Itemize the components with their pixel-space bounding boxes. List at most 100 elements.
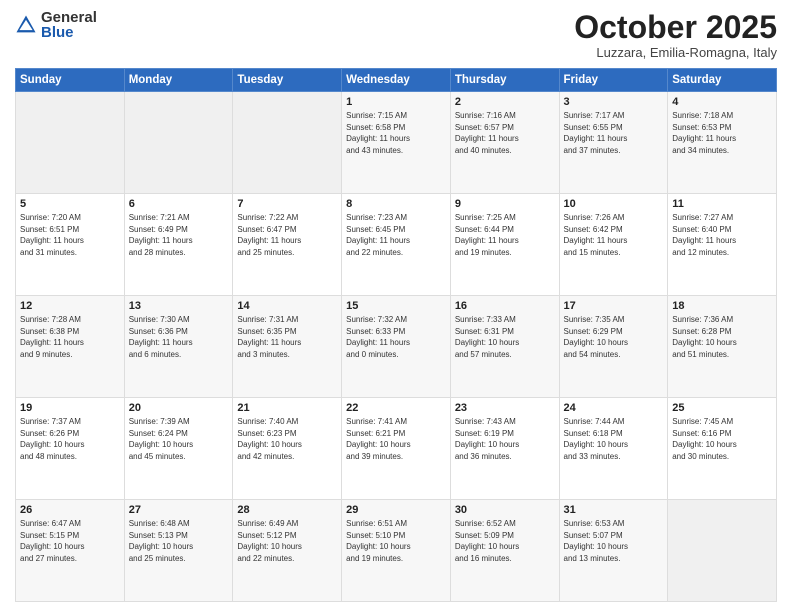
header: General Blue October 2025 Luzzara, Emili… (15, 10, 777, 60)
day-number: 30 (455, 504, 555, 516)
day-number: 25 (672, 402, 772, 414)
day-info: Sunrise: 7:40 AM Sunset: 6:23 PM Dayligh… (237, 416, 337, 462)
table-row: 1Sunrise: 7:15 AM Sunset: 6:58 PM Daylig… (342, 92, 451, 194)
table-row (233, 92, 342, 194)
table-row: 23Sunrise: 7:43 AM Sunset: 6:19 PM Dayli… (450, 398, 559, 500)
table-row: 3 Sunrise: 7:17 AM Sunset: 6:55 PM Daylig… (559, 92, 668, 194)
day-number: 26 (20, 504, 120, 516)
table-row: 20Sunrise: 7:39 AM Sunset: 6:24 PM Dayli… (124, 398, 233, 500)
table-row: 4 Sunrise: 7:18 AM Sunset: 6:53 PM Daylig… (668, 92, 777, 194)
day-info: Sunrise: 7:35 AM Sunset: 6:29 PM Dayligh… (564, 314, 664, 360)
day-info: Sunrise: 7:18 AM Sunset: 6:53 PM Dayligh… (672, 110, 772, 156)
day-number: 4 (672, 96, 772, 108)
day-number: 29 (346, 504, 446, 516)
day-info: Sunrise: 7:39 AM Sunset: 6:24 PM Dayligh… (129, 416, 229, 462)
day-number: 19 (20, 402, 120, 414)
day-info: Sunrise: 7:31 AM Sunset: 6:35 PM Dayligh… (237, 314, 337, 360)
logo-general: General (41, 10, 97, 25)
table-row: 31Sunrise: 6:53 AM Sunset: 5:07 PM Dayli… (559, 500, 668, 602)
day-number: 3 (564, 96, 664, 108)
day-info: Sunrise: 7:26 AM Sunset: 6:42 PM Dayligh… (564, 212, 664, 258)
table-row: 6 Sunrise: 7:21 AM Sunset: 6:49 PM Daylig… (124, 194, 233, 296)
day-info: Sunrise: 7:25 AM Sunset: 6:44 PM Dayligh… (455, 212, 555, 258)
day-info: Sunrise: 7:28 AM Sunset: 6:38 PM Dayligh… (20, 314, 120, 360)
day-number: 2 (455, 96, 555, 108)
day-number: 10 (564, 198, 664, 210)
day-number: 15 (346, 300, 446, 312)
day-info: Sunrise: 6:47 AM Sunset: 5:15 PM Dayligh… (20, 518, 120, 564)
day-number: 18 (672, 300, 772, 312)
table-row: 8 Sunrise: 7:23 AM Sunset: 6:45 PM Daylig… (342, 194, 451, 296)
day-number: 7 (237, 198, 337, 210)
calendar-week-3: 12 Sunrise: 7:28 AM Sunset: 6:38 PM Dayli… (16, 296, 777, 398)
table-row (668, 500, 777, 602)
day-number: 13 (129, 300, 229, 312)
day-number: 11 (672, 198, 772, 210)
day-number: 8 (346, 198, 446, 210)
subtitle: Luzzara, Emilia-Romagna, Italy (574, 45, 777, 60)
day-number: 5 (20, 198, 120, 210)
logo-icon (15, 14, 37, 36)
table-row: 29Sunrise: 6:51 AM Sunset: 5:10 PM Dayli… (342, 500, 451, 602)
day-number: 27 (129, 504, 229, 516)
day-info: Sunrise: 7:30 AM Sunset: 6:36 PM Dayligh… (129, 314, 229, 360)
header-sunday: Sunday (16, 69, 125, 92)
day-info: Sunrise: 7:45 AM Sunset: 6:16 PM Dayligh… (672, 416, 772, 462)
day-info: Sunrise: 7:41 AM Sunset: 6:21 PM Dayligh… (346, 416, 446, 462)
table-row: 18 Sunrise: 7:36 AM Sunset: 6:28 PM Dayli… (668, 296, 777, 398)
day-number: 21 (237, 402, 337, 414)
day-info: Sunrise: 7:37 AM Sunset: 6:26 PM Dayligh… (20, 416, 120, 462)
day-number: 1 (346, 96, 446, 108)
day-info: Sunrise: 7:17 AM Sunset: 6:55 PM Dayligh… (564, 110, 664, 156)
day-number: 28 (237, 504, 337, 516)
day-info: Sunrise: 7:21 AM Sunset: 6:49 PM Dayligh… (129, 212, 229, 258)
table-row: 19 Sunrise: 7:37 AM Sunset: 6:26 PM Dayli… (16, 398, 125, 500)
table-row: 17 Sunrise: 7:35 AM Sunset: 6:29 PM Dayli… (559, 296, 668, 398)
table-row: 10 Sunrise: 7:26 AM Sunset: 6:42 PM Dayli… (559, 194, 668, 296)
day-info: Sunrise: 7:23 AM Sunset: 6:45 PM Dayligh… (346, 212, 446, 258)
table-row: 21 Sunrise: 7:40 AM Sunset: 6:23 PM Dayli… (233, 398, 342, 500)
day-number: 6 (129, 198, 229, 210)
header-tuesday: Tuesday (233, 69, 342, 92)
day-info: Sunrise: 7:33 AM Sunset: 6:31 PM Dayligh… (455, 314, 555, 360)
table-row (124, 92, 233, 194)
day-info: Sunrise: 7:32 AM Sunset: 6:33 PM Dayligh… (346, 314, 446, 360)
page: General Blue October 2025 Luzzara, Emili… (0, 0, 792, 612)
day-info: Sunrise: 6:49 AM Sunset: 5:12 PM Dayligh… (237, 518, 337, 564)
day-number: 12 (20, 300, 120, 312)
header-friday: Friday (559, 69, 668, 92)
day-number: 17 (564, 300, 664, 312)
table-row: 12 Sunrise: 7:28 AM Sunset: 6:38 PM Dayli… (16, 296, 125, 398)
day-info: Sunrise: 7:22 AM Sunset: 6:47 PM Dayligh… (237, 212, 337, 258)
table-row (16, 92, 125, 194)
logo-text: General Blue (41, 10, 97, 40)
table-row: 7 Sunrise: 7:22 AM Sunset: 6:47 PM Daylig… (233, 194, 342, 296)
table-row: 5Sunrise: 7:20 AM Sunset: 6:51 PM Daylig… (16, 194, 125, 296)
day-info: Sunrise: 6:53 AM Sunset: 5:07 PM Dayligh… (564, 518, 664, 564)
calendar-header-row: Sunday Monday Tuesday Wednesday Thursday… (16, 69, 777, 92)
logo: General Blue (15, 10, 97, 40)
day-number: 14 (237, 300, 337, 312)
table-row: 9Sunrise: 7:25 AM Sunset: 6:44 PM Daylig… (450, 194, 559, 296)
calendar-week-4: 19 Sunrise: 7:37 AM Sunset: 6:26 PM Dayli… (16, 398, 777, 500)
header-thursday: Thursday (450, 69, 559, 92)
day-info: Sunrise: 6:48 AM Sunset: 5:13 PM Dayligh… (129, 518, 229, 564)
logo-blue: Blue (41, 25, 97, 40)
table-row: 2 Sunrise: 7:16 AM Sunset: 6:57 PM Daylig… (450, 92, 559, 194)
day-info: Sunrise: 7:27 AM Sunset: 6:40 PM Dayligh… (672, 212, 772, 258)
day-info: Sunrise: 7:36 AM Sunset: 6:28 PM Dayligh… (672, 314, 772, 360)
table-row: 24Sunrise: 7:44 AM Sunset: 6:18 PM Dayli… (559, 398, 668, 500)
table-row: 26 Sunrise: 6:47 AM Sunset: 5:15 PM Dayli… (16, 500, 125, 602)
calendar-table: Sunday Monday Tuesday Wednesday Thursday… (15, 68, 777, 602)
table-row: 16 Sunrise: 7:33 AM Sunset: 6:31 PM Dayli… (450, 296, 559, 398)
title-block: October 2025 Luzzara, Emilia-Romagna, It… (574, 10, 777, 60)
day-info: Sunrise: 7:43 AM Sunset: 6:19 PM Dayligh… (455, 416, 555, 462)
table-row: 28 Sunrise: 6:49 AM Sunset: 5:12 PM Dayli… (233, 500, 342, 602)
day-number: 16 (455, 300, 555, 312)
day-info: Sunrise: 7:16 AM Sunset: 6:57 PM Dayligh… (455, 110, 555, 156)
calendar-week-5: 26 Sunrise: 6:47 AM Sunset: 5:15 PM Dayli… (16, 500, 777, 602)
day-info: Sunrise: 6:52 AM Sunset: 5:09 PM Dayligh… (455, 518, 555, 564)
day-number: 22 (346, 402, 446, 414)
table-row: 13 Sunrise: 7:30 AM Sunset: 6:36 PM Dayli… (124, 296, 233, 398)
header-saturday: Saturday (668, 69, 777, 92)
